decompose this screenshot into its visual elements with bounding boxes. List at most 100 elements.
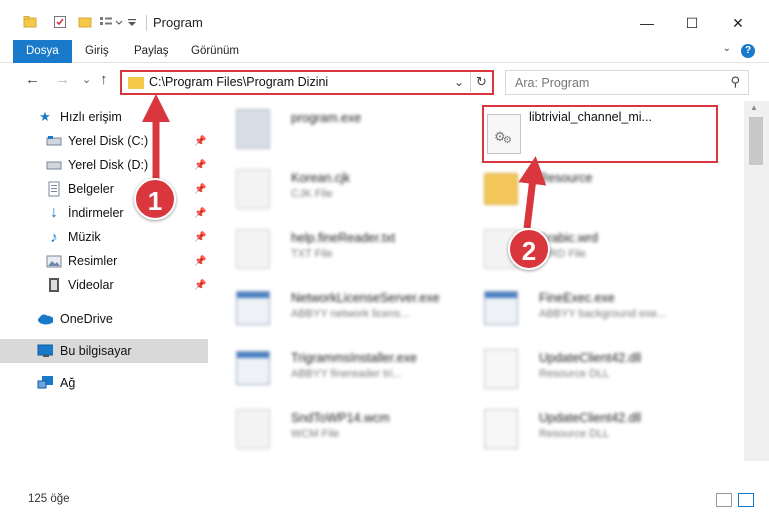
forward-button[interactable]: →	[55, 71, 70, 88]
file-name: TrigrammsInstaller.exe	[291, 351, 417, 365]
pin-icon[interactable]: 📌	[194, 256, 206, 267]
list-item[interactable]: Korean.cjk CJK File	[210, 163, 450, 211]
sidebar-item-label: Hızlı erişim	[60, 110, 122, 124]
address-dropdown-icon[interactable]: ⌄	[454, 75, 464, 89]
file-name: SndToWP14.wcm	[291, 411, 390, 425]
scroll-up-icon[interactable]: ▲	[750, 103, 758, 112]
sidebar-item-downloads[interactable]: ↓ İndirmeler 📌	[0, 201, 208, 225]
star-icon: ★	[39, 109, 51, 124]
tab-gorunum[interactable]: Görünüm	[191, 40, 239, 63]
tab-dosya[interactable]: Dosya	[13, 40, 72, 63]
folder-icon	[23, 13, 37, 31]
pin-icon[interactable]: 📌	[194, 280, 206, 291]
sidebar-item-onedrive[interactable]: OneDrive	[0, 307, 208, 331]
new-folder-icon[interactable]	[78, 13, 92, 31]
large-icons-view-icon[interactable]	[738, 493, 754, 507]
file-name: program.exe	[291, 111, 362, 125]
list-item[interactable]: SndToWP14.wcm WCM File	[210, 403, 450, 451]
file-type: TXT File	[291, 248, 333, 260]
sidebar-item-network[interactable]: Ağ	[0, 371, 208, 395]
recent-locations-button[interactable]: ⌄	[82, 73, 91, 86]
list-item[interactable]: help.fineReader.txt TXT File	[210, 223, 450, 271]
pin-icon[interactable]: 📌	[194, 208, 206, 219]
scroll-thumb[interactable]	[749, 117, 763, 165]
list-item[interactable]: Resource	[458, 163, 698, 211]
file-name: FineExec.exe	[539, 291, 615, 305]
sidebar-item-label: Resimler	[68, 254, 118, 268]
list-item[interactable]: TrigrammsInstaller.exe ABBYY finereader …	[210, 343, 450, 391]
dll-file-icon	[484, 409, 518, 449]
maximize-button[interactable]: ☐	[670, 8, 714, 38]
sidebar-item-videos[interactable]: Videolar 📌	[0, 273, 208, 297]
file-icon	[236, 229, 270, 269]
ribbon-tabs: Dosya Giriş Paylaş Görünüm ⌄ ?	[0, 40, 769, 63]
pin-icon[interactable]: 📌	[194, 136, 206, 147]
vertical-scrollbar[interactable]: ▲	[744, 101, 769, 461]
file-name: help.fineReader.txt	[291, 231, 396, 245]
tab-giris[interactable]: Giriş	[85, 40, 109, 63]
list-item[interactable]: Arabic.wrd WRD File	[458, 223, 698, 271]
close-button[interactable]: ✕	[716, 8, 760, 38]
minimize-button[interactable]: —	[625, 8, 669, 38]
properties-icon[interactable]	[53, 13, 67, 31]
sidebar-item-local-disk-d[interactable]: Yerel Disk (D:) 📌	[0, 153, 208, 177]
file-name: Resource	[539, 171, 593, 185]
search-box[interactable]: Ara: Program ⚲	[505, 70, 749, 95]
list-item[interactable]: UpdateClient42.dll Resource DLL	[458, 403, 698, 451]
sidebar-item-local-disk-c[interactable]: Yerel Disk (C:) 📌	[0, 129, 208, 153]
step-badge-2: 2	[508, 228, 550, 270]
sidebar-item-label: Videolar	[68, 278, 114, 292]
music-icon: ♪	[50, 228, 58, 246]
file-type: WCM File	[291, 428, 340, 440]
address-path[interactable]: C:\Program Files\Program Dizini	[149, 75, 328, 89]
sidebar-item-this-pc[interactable]: Bu bilgisayar	[0, 339, 208, 363]
address-bar[interactable]: C:\Program Files\Program Dizini ⌄ ↻	[120, 70, 494, 95]
sidebar-item-pictures[interactable]: Resimler 📌	[0, 249, 208, 273]
list-item[interactable]: program.exe	[210, 103, 450, 151]
sidebar-item-music[interactable]: ♪ Müzik 📌	[0, 225, 208, 249]
navigation-pane: ★ Hızlı erişim Yerel Disk (C:) 📌 Yerel D…	[0, 101, 208, 461]
search-icon: ⚲	[730, 74, 740, 89]
exe-file-icon	[236, 109, 270, 149]
search-input[interactable]: Ara: Program	[515, 76, 589, 90]
back-button[interactable]: ←	[25, 71, 40, 88]
file-name: UpdateClient42.dll	[539, 411, 642, 425]
network-icon	[37, 375, 53, 391]
ribbon-expand-icon[interactable]: ⌄	[723, 43, 731, 54]
videos-icon	[46, 277, 62, 293]
file-type: CJK File	[291, 188, 333, 200]
file-type: Resource DLL	[539, 368, 610, 380]
tab-paylas[interactable]: Paylaş	[134, 40, 169, 63]
app-icon	[484, 291, 518, 325]
list-item[interactable]: NetworkLicenseServer.exe ABBYY network l…	[210, 283, 450, 331]
sidebar-item-label: Ağ	[60, 376, 76, 390]
sidebar-item-quick-access[interactable]: ★ Hızlı erişim	[0, 105, 208, 129]
file-name: NetworkLicenseServer.exe	[291, 291, 440, 305]
customize-toolbar-icon[interactable]	[99, 13, 123, 31]
sidebar-item-label: Bu bilgisayar	[60, 344, 132, 358]
quick-access-dropdown-icon[interactable]	[127, 13, 137, 31]
navigation-bar: ← → ⌄ ↑ C:\Program Files\Program Dizini …	[0, 63, 769, 101]
details-view-icon[interactable]	[716, 493, 732, 507]
pin-icon[interactable]: 📌	[194, 184, 206, 195]
file-icon	[236, 169, 270, 209]
folder-icon	[128, 77, 144, 89]
list-item[interactable]: UpdateClient42.dll Resource DLL	[458, 343, 698, 391]
window-title: Program	[153, 15, 203, 30]
sidebar-item-label: Yerel Disk (D:)	[68, 158, 149, 172]
documents-icon	[46, 181, 62, 197]
file-name: Korean.cjk	[291, 171, 351, 185]
refresh-button[interactable]: ↻	[470, 72, 492, 92]
pin-icon[interactable]: 📌	[194, 160, 206, 171]
up-button[interactable]: ↑	[100, 71, 108, 88]
file-type: Resource DLL	[539, 428, 610, 440]
help-button[interactable]: ?	[741, 44, 755, 58]
sidebar-item-documents[interactable]: Belgeler 📌	[0, 177, 208, 201]
file-type: ABBYY background exe...	[539, 308, 666, 320]
status-bar: 125 öğe	[0, 461, 769, 528]
item-count: 125 öğe	[28, 493, 70, 505]
cloud-icon	[37, 311, 53, 327]
sidebar-item-label: OneDrive	[60, 312, 113, 326]
list-item[interactable]: FineExec.exe ABBYY background exe...	[458, 283, 698, 331]
pin-icon[interactable]: 📌	[194, 232, 206, 243]
